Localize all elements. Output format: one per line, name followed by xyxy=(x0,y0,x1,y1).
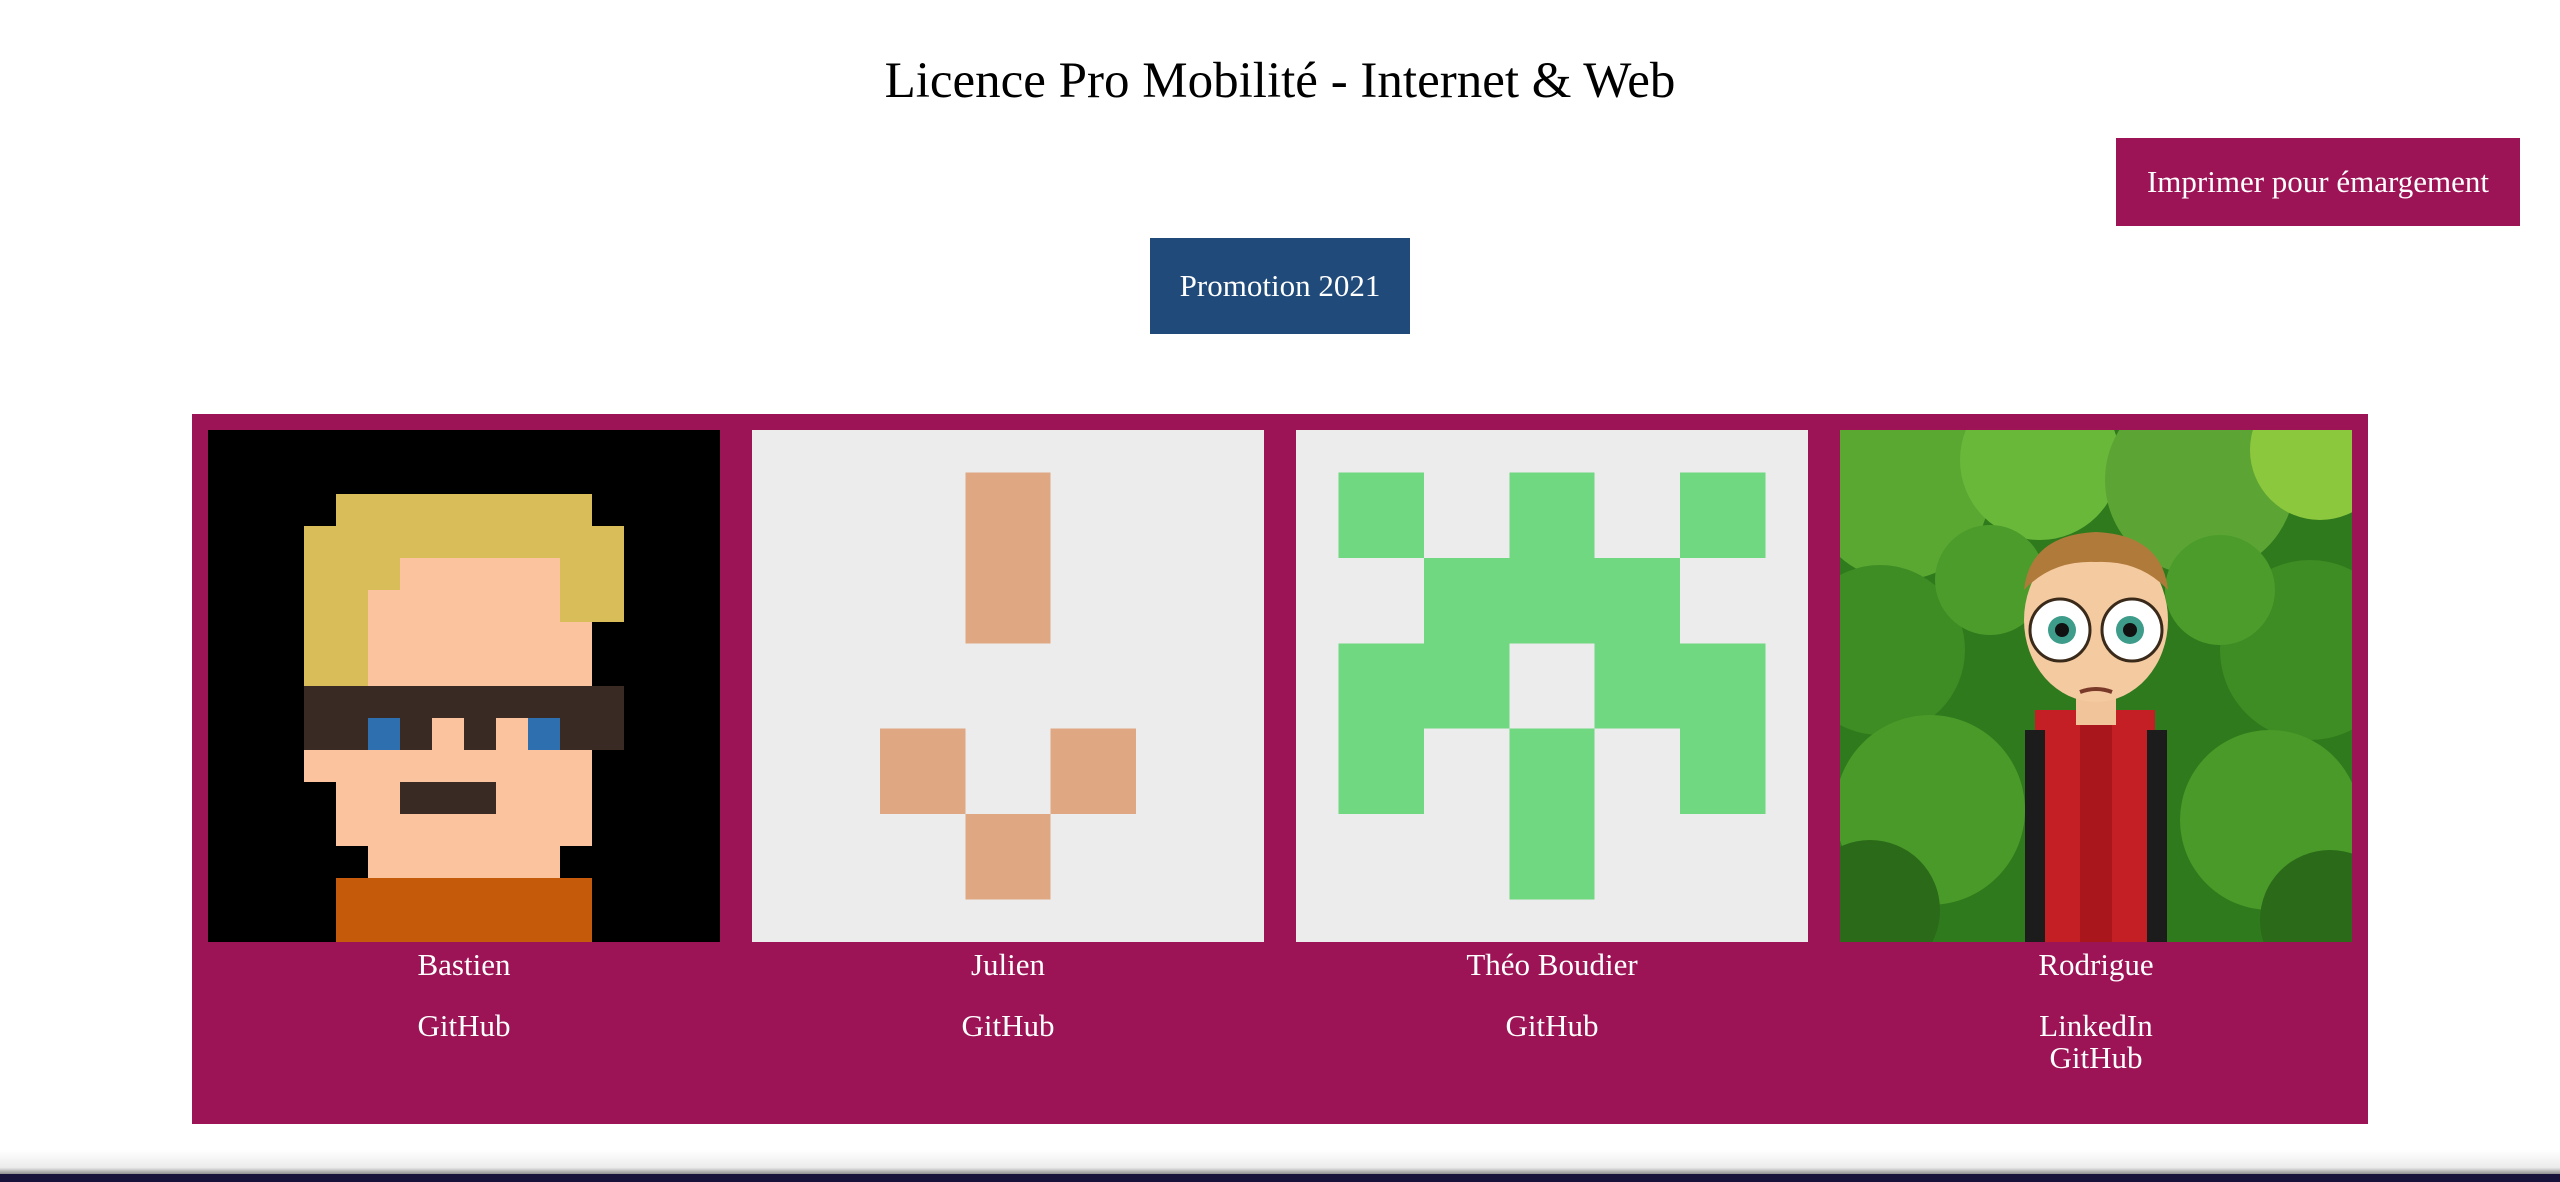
students-panel: Bastien GitHub Julien GitHub Théo Boudie… xyxy=(192,414,2368,1124)
student-card: Théo Boudier GitHub xyxy=(1296,430,1808,1042)
avatar xyxy=(1296,430,1808,942)
avatar xyxy=(752,430,1264,942)
github-link[interactable]: GitHub xyxy=(1296,1010,1808,1042)
student-links: GitHub xyxy=(1296,1010,1808,1042)
print-attendance-button[interactable]: Imprimer pour émargement xyxy=(2116,138,2520,226)
student-card: Julien GitHub xyxy=(752,430,1264,1042)
avatar xyxy=(208,430,720,942)
identicon-green-avatar xyxy=(1296,430,1808,942)
student-name: Julien xyxy=(970,947,1046,982)
student-name: Théo Boudier xyxy=(1466,947,1638,982)
linkedin-link[interactable]: LinkedIn xyxy=(1840,1010,2352,1042)
identicon-orange-avatar xyxy=(752,430,1264,942)
page: Licence Pro Mobilité - Internet & Web Im… xyxy=(0,0,2560,1182)
student-name: Bastien xyxy=(417,947,511,982)
student-name: Rodrigue xyxy=(2038,947,2154,982)
student-links: LinkedIn GitHub xyxy=(1840,1010,2352,1074)
page-title: Licence Pro Mobilité - Internet & Web xyxy=(884,53,1676,109)
student-links: GitHub xyxy=(752,1010,1264,1042)
student-card: Rodrigue LinkedIn GitHub xyxy=(1840,430,2352,1074)
student-links: GitHub xyxy=(208,1010,720,1042)
avatar xyxy=(1840,430,2352,942)
github-link[interactable]: GitHub xyxy=(1840,1042,2352,1074)
student-card: Bastien GitHub xyxy=(208,430,720,1042)
pixel-art-glasses-avatar xyxy=(208,430,720,942)
github-link[interactable]: GitHub xyxy=(208,1010,720,1042)
bottom-edge xyxy=(0,1174,2560,1182)
github-link[interactable]: GitHub xyxy=(752,1010,1264,1042)
promotion-button[interactable]: Promotion 2021 xyxy=(1150,238,1410,334)
cartoon-bitmoji-avatar xyxy=(1840,430,2352,942)
